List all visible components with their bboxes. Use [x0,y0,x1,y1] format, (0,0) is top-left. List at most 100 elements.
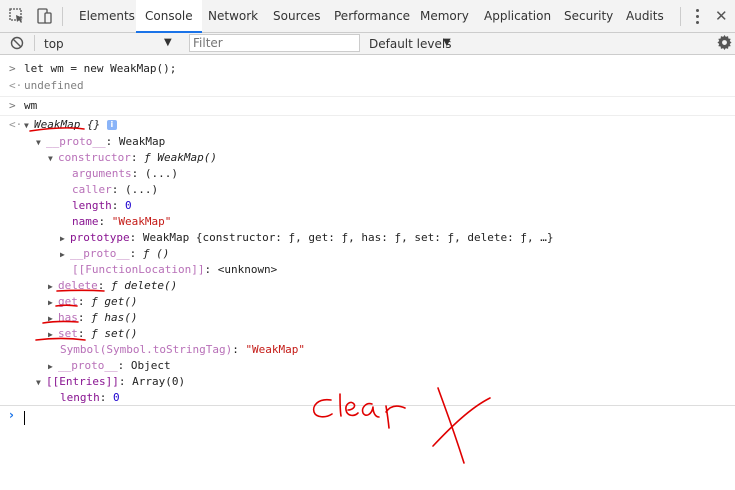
toolbar-divider [680,7,681,26]
tab-security[interactable]: Security [555,0,622,32]
context-dropdown-icon[interactable]: ▼ [164,37,172,48]
tree-item-proto-object[interactable]: ▶ __proto__: Object [48,358,171,374]
expanded-triangle-icon[interactable]: ▼ [36,135,46,151]
property-key: caller [72,183,112,196]
tree-item-arguments[interactable]: arguments: (...) [72,166,178,182]
input-code: let wm = new WeakMap(); [24,62,177,75]
property-key: [[Entries]] [46,375,119,388]
collapsed-triangle-icon[interactable]: ▶ [48,295,58,311]
property-key: [[FunctionLocation]] [72,263,205,276]
prompt-divider [0,405,735,406]
filter-input[interactable] [189,34,360,52]
tree-item-prototype[interactable]: ▶ prototype: WeakMap {constructor: ƒ, get… [60,230,553,246]
gear-icon[interactable] [717,35,733,51]
tree-item-entries-length: length: 0 [60,391,120,404]
clear-console-icon[interactable] [10,36,26,52]
property-key: Symbol(Symbol.toStringTag) [60,343,233,356]
close-icon[interactable]: ✕ [715,6,728,26]
kebab-menu-icon[interactable] [696,9,699,27]
property-value: ƒ set() [91,327,138,340]
toolbar-divider [62,7,63,26]
handwritten-x-stroke-1 [437,387,465,464]
handwritten-c [312,398,333,418]
property-value: ƒ delete() [111,279,178,292]
property-key: constructor [58,151,131,164]
property-key: __proto__ [58,359,118,372]
levels-dropdown-icon[interactable]: ▼ [443,37,451,48]
tab-application[interactable]: Application [475,0,560,32]
property-value[interactable]: (...) [125,183,158,196]
property-value: WeakMap [118,135,166,148]
console-toolbar: top ▼ Default levels ▼ [0,33,735,55]
property-key: get [58,295,78,308]
property-value: ƒ get() [91,295,138,308]
tree-item-constructor[interactable]: ▼ constructor: ƒ WeakMap() [48,150,217,166]
tree-item-name: name: "WeakMap" [72,215,172,228]
expanded-triangle-icon[interactable]: ▼ [24,118,34,134]
tree-item-entries[interactable]: ▼ [[Entries]]: Array(0) [36,374,185,390]
tree-item-caller[interactable]: caller: (...) [72,182,158,198]
expanded-triangle-icon[interactable]: ▼ [48,151,58,167]
collapsed-triangle-icon[interactable]: ▶ [48,327,58,343]
collapsed-triangle-icon[interactable]: ▶ [60,247,70,263]
console-prompt-input[interactable] [24,411,25,425]
property-value: Array(0) [132,375,186,388]
property-value[interactable]: (...) [145,167,178,180]
tree-item-delete[interactable]: ▶ delete: ƒ delete() [48,278,177,294]
input-chevron-icon: > [9,62,16,75]
result-arrow-icon: <· [9,79,23,92]
collapsed-triangle-icon[interactable]: ▶ [60,231,70,247]
tree-item-has[interactable]: ▶ has: ƒ has() [48,310,137,326]
log-levels-dropdown[interactable]: Default levels [369,36,451,52]
message-divider [0,96,735,97]
info-icon[interactable]: i [106,120,117,130]
input-chevron-icon: > [9,99,16,112]
tree-item-tostringtag: Symbol(Symbol.toStringTag): "WeakMap" [60,343,306,356]
handwritten-r [385,405,406,429]
object-preview: {} [86,118,101,131]
property-value: WeakMap {constructor: ƒ, get: ƒ, has: ƒ,… [142,231,554,244]
collapsed-triangle-icon[interactable]: ▶ [48,359,58,375]
property-key: __proto__ [46,135,106,148]
property-key: has [58,311,78,324]
expanded-triangle-icon[interactable]: ▼ [36,375,46,391]
tree-item-set[interactable]: ▶ set: ƒ set() [48,326,137,342]
tab-audits[interactable]: Audits [617,0,673,32]
result-arrow-icon: <· [9,118,23,131]
tree-item-function-location[interactable]: [[FunctionLocation]]: <unknown> [72,262,277,278]
message-divider [0,115,735,116]
prompt-chevron-icon: › [9,408,14,422]
tab-performance[interactable]: Performance [325,0,419,32]
tree-item-proto[interactable]: ▼ __proto__: WeakMap [36,134,165,150]
device-toggle-icon[interactable] [36,8,52,24]
tab-memory[interactable]: Memory [411,0,478,32]
property-value: 0 [125,199,132,212]
result-value: undefined [24,79,84,92]
property-key: length [60,391,100,404]
property-key: set [58,327,78,340]
tab-console[interactable]: Console [136,0,202,33]
tree-item-inner-proto[interactable]: ▶ __proto__: ƒ () [60,246,169,262]
inspect-element-icon[interactable] [9,8,25,24]
property-value: ƒ WeakMap() [144,151,217,164]
property-key: delete [58,279,98,292]
property-key: length [72,199,112,212]
property-key: arguments [72,167,132,180]
context-selector[interactable]: top [44,36,64,52]
collapsed-triangle-icon[interactable]: ▶ [48,311,58,327]
property-value: "WeakMap" [245,343,306,356]
tab-elements[interactable]: Elements [70,0,144,32]
tab-network[interactable]: Network [199,0,267,32]
tree-item-get[interactable]: ▶ get: ƒ get() [48,294,137,310]
property-value: Object [130,359,171,372]
tab-sources[interactable]: Sources [264,0,329,32]
property-value[interactable]: <unknown> [218,263,278,276]
devtools-tab-bar: Elements Console Network Sources Perform… [0,0,735,33]
property-key: name [72,215,99,228]
input-code: wm [24,99,38,112]
collapsed-triangle-icon[interactable]: ▶ [48,279,58,295]
property-key: prototype [70,231,130,244]
property-value: ƒ () [142,247,170,260]
property-value: ƒ has() [91,311,138,324]
object-type: WeakMap [34,118,81,131]
